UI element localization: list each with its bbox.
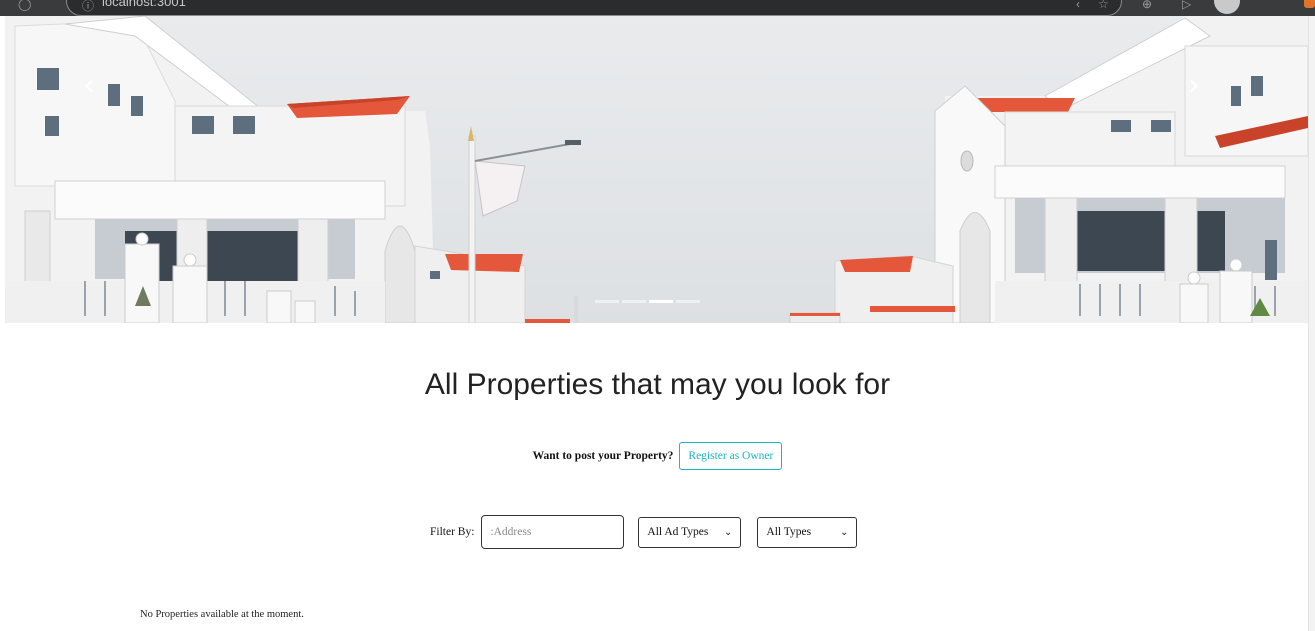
carousel-next-arrow-icon[interactable]: › bbox=[1188, 71, 1200, 101]
post-property-row: Want to post your Property? Register as … bbox=[0, 442, 1315, 470]
chevron-down-icon: ⌄ bbox=[840, 526, 849, 538]
filter-bar: Filter By: All Ad Types ⌄ All Types ⌄ bbox=[430, 515, 858, 549]
carousel-indicator-4[interactable] bbox=[676, 300, 700, 303]
ad-type-select[interactable]: All Ad Types ⌄ bbox=[638, 516, 742, 548]
extension-badge-icon[interactable] bbox=[1304, 0, 1315, 8]
chevron-down-icon: ⌄ bbox=[724, 526, 733, 538]
media-icon[interactable]: ▷ bbox=[1182, 0, 1191, 11]
property-type-select[interactable]: All Types ⌄ bbox=[757, 516, 858, 548]
profile-avatar[interactable] bbox=[1214, 0, 1240, 14]
browser-toolbar: ◯ ⓘ localhost:3001 ‹ ☆ ⊕ ▷ bbox=[0, 0, 1315, 16]
hero-carousel: ‹ › bbox=[5, 16, 1308, 323]
carousel-indicator-2[interactable] bbox=[622, 300, 646, 303]
page-scrollbar[interactable] bbox=[1308, 16, 1315, 631]
address-text: localhost:3001 bbox=[102, 0, 186, 9]
carousel-prev-arrow-icon[interactable]: ‹ bbox=[83, 71, 95, 101]
carousel-indicator-1[interactable] bbox=[595, 300, 619, 303]
post-property-prompt: Want to post your Property? bbox=[532, 450, 674, 462]
info-icon[interactable]: ⓘ bbox=[82, 0, 94, 14]
carousel-indicators bbox=[595, 300, 700, 303]
filter-label: Filter By: bbox=[430, 526, 475, 538]
empty-state-message: No Properties available at the moment. bbox=[140, 609, 304, 620]
hero-house-illustration bbox=[5, 16, 1308, 323]
bookmark-star-icon[interactable]: ☆ bbox=[1098, 0, 1109, 11]
zoom-icon[interactable]: ‹ bbox=[1076, 0, 1080, 11]
address-bar[interactable] bbox=[66, 0, 1122, 16]
carousel-indicator-3[interactable] bbox=[649, 300, 673, 303]
register-as-owner-button[interactable]: Register as Owner bbox=[679, 442, 783, 470]
back-icon[interactable]: ◯ bbox=[18, 0, 31, 11]
property-type-selected-value: All Types bbox=[766, 526, 812, 538]
extensions-icon[interactable]: ⊕ bbox=[1142, 0, 1152, 11]
address-filter-input[interactable] bbox=[481, 515, 625, 549]
ad-type-selected-value: All Ad Types bbox=[647, 526, 709, 538]
page-title: All Properties that may you look for bbox=[424, 368, 891, 401]
